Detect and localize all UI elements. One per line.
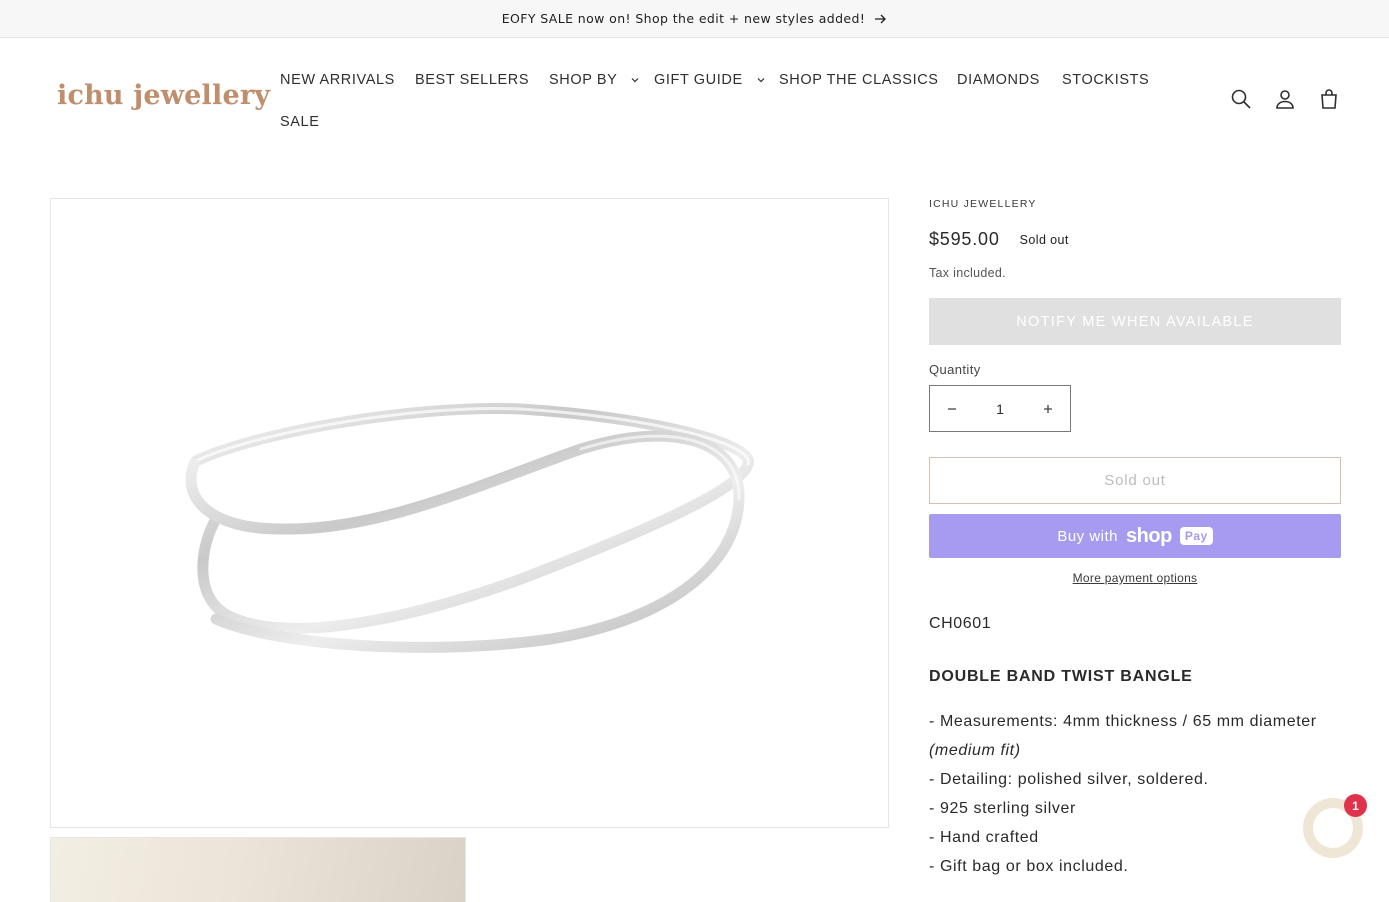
account-icon[interactable] (1274, 88, 1296, 110)
nav-item-label: SHOP BY (549, 72, 618, 88)
nav-item-label: NEW ARRIVALS (280, 72, 395, 88)
site-logo[interactable]: ichu jewellery (57, 80, 270, 111)
notify-me-button[interactable]: NOTIFY ME WHEN AVAILABLE (929, 298, 1341, 345)
announcement-link[interactable]: EOFY SALE now on! Shop the edit + new st… (502, 11, 888, 26)
nav-item-label: BEST SELLERS (415, 72, 530, 88)
description-crafted: - Hand crafted (929, 829, 1039, 846)
more-payment-options-link[interactable]: More payment options (929, 571, 1341, 585)
quantity-stepper (929, 385, 1071, 432)
quantity-input[interactable] (975, 400, 1025, 417)
nav-item-label: SALE (280, 114, 320, 130)
description-measurements: - Measurements: 4mm thickness / 65 mm di… (929, 713, 1317, 730)
shop-pay-logo-shop: shop (1126, 524, 1172, 547)
bangle-image (185, 402, 754, 653)
search-icon[interactable] (1230, 88, 1252, 110)
description-gift: - Gift bag or box included. (929, 858, 1129, 875)
buy-with-label: Buy with (1057, 527, 1119, 545)
increase-quantity-button[interactable] (1036, 397, 1060, 421)
price-row: $595.00 Sold out (929, 229, 1341, 250)
chevron-down-icon (757, 78, 765, 83)
nav-item-label: SHOP THE CLASSICS (779, 72, 939, 88)
nav-item-new-arrivals[interactable]: NEW ARRIVALS (280, 72, 395, 88)
sold-out-button[interactable]: Sold out (929, 457, 1341, 504)
product-vendor: ICHU JEWELLERY (929, 198, 1037, 210)
nav-item-label: GIFT GUIDE (654, 72, 743, 88)
sold-out-badge: Sold out (1019, 232, 1069, 247)
nav-item-shop-the-classics[interactable]: SHOP THE CLASSICS (779, 72, 939, 88)
chevron-down-icon (631, 78, 639, 83)
product-price: $595.00 (929, 229, 1000, 249)
description-fit: (medium fit) (929, 742, 1021, 759)
nav-item-label: STOCKISTS (1062, 72, 1150, 88)
product-sku: CH0601 (929, 615, 992, 632)
shop-pay-logo-pay: Pay (1179, 527, 1213, 545)
plus-icon (1044, 404, 1052, 413)
decrease-quantity-button[interactable] (940, 397, 964, 421)
description-material: - 925 sterling silver (929, 800, 1076, 817)
tax-note: Tax included. (929, 266, 1006, 280)
minus-icon (948, 407, 956, 410)
nav-item-shop-by[interactable]: SHOP BY (549, 72, 640, 88)
nav-item-diamonds[interactable]: DIAMONDS (957, 72, 1040, 88)
announcement-bar: EOFY SALE now on! Shop the edit + new st… (0, 0, 1389, 38)
site-header: ichu jewellery NEW ARRIVALS BEST SELLERS… (0, 38, 1389, 160)
arrow-right-icon (875, 14, 887, 23)
announcement-text: EOFY SALE now on! Shop the edit + new st… (501, 11, 866, 26)
product-title: DOUBLE BAND TWIST BANGLE (929, 668, 1193, 685)
quantity-label: Quantity (929, 362, 981, 377)
nav-item-gift-guide[interactable]: GIFT GUIDE (654, 72, 766, 88)
description-detailing: - Detailing: polished silver, soldered. (929, 771, 1209, 788)
buy-with-shop-pay-button[interactable]: Buy with shop Pay (929, 514, 1341, 558)
nav-item-sale[interactable]: SALE (280, 114, 319, 130)
product-main-image[interactable] (50, 198, 889, 828)
product-thumbnail-image[interactable] (50, 837, 466, 902)
nav-item-label: DIAMONDS (957, 72, 1040, 88)
product-info: ICHU JEWELLERY $595.00 Sold out Tax incl… (929, 198, 1341, 881)
nav-item-best-sellers[interactable]: BEST SELLERS (415, 72, 529, 88)
product-description: - Measurements: 4mm thickness / 65 mm di… (929, 707, 1341, 881)
nav-item-stockists[interactable]: STOCKISTS (1062, 72, 1149, 88)
chat-notification-badge: 1 (1344, 794, 1367, 817)
header-icons (1230, 88, 1340, 110)
cart-icon[interactable] (1318, 88, 1340, 110)
